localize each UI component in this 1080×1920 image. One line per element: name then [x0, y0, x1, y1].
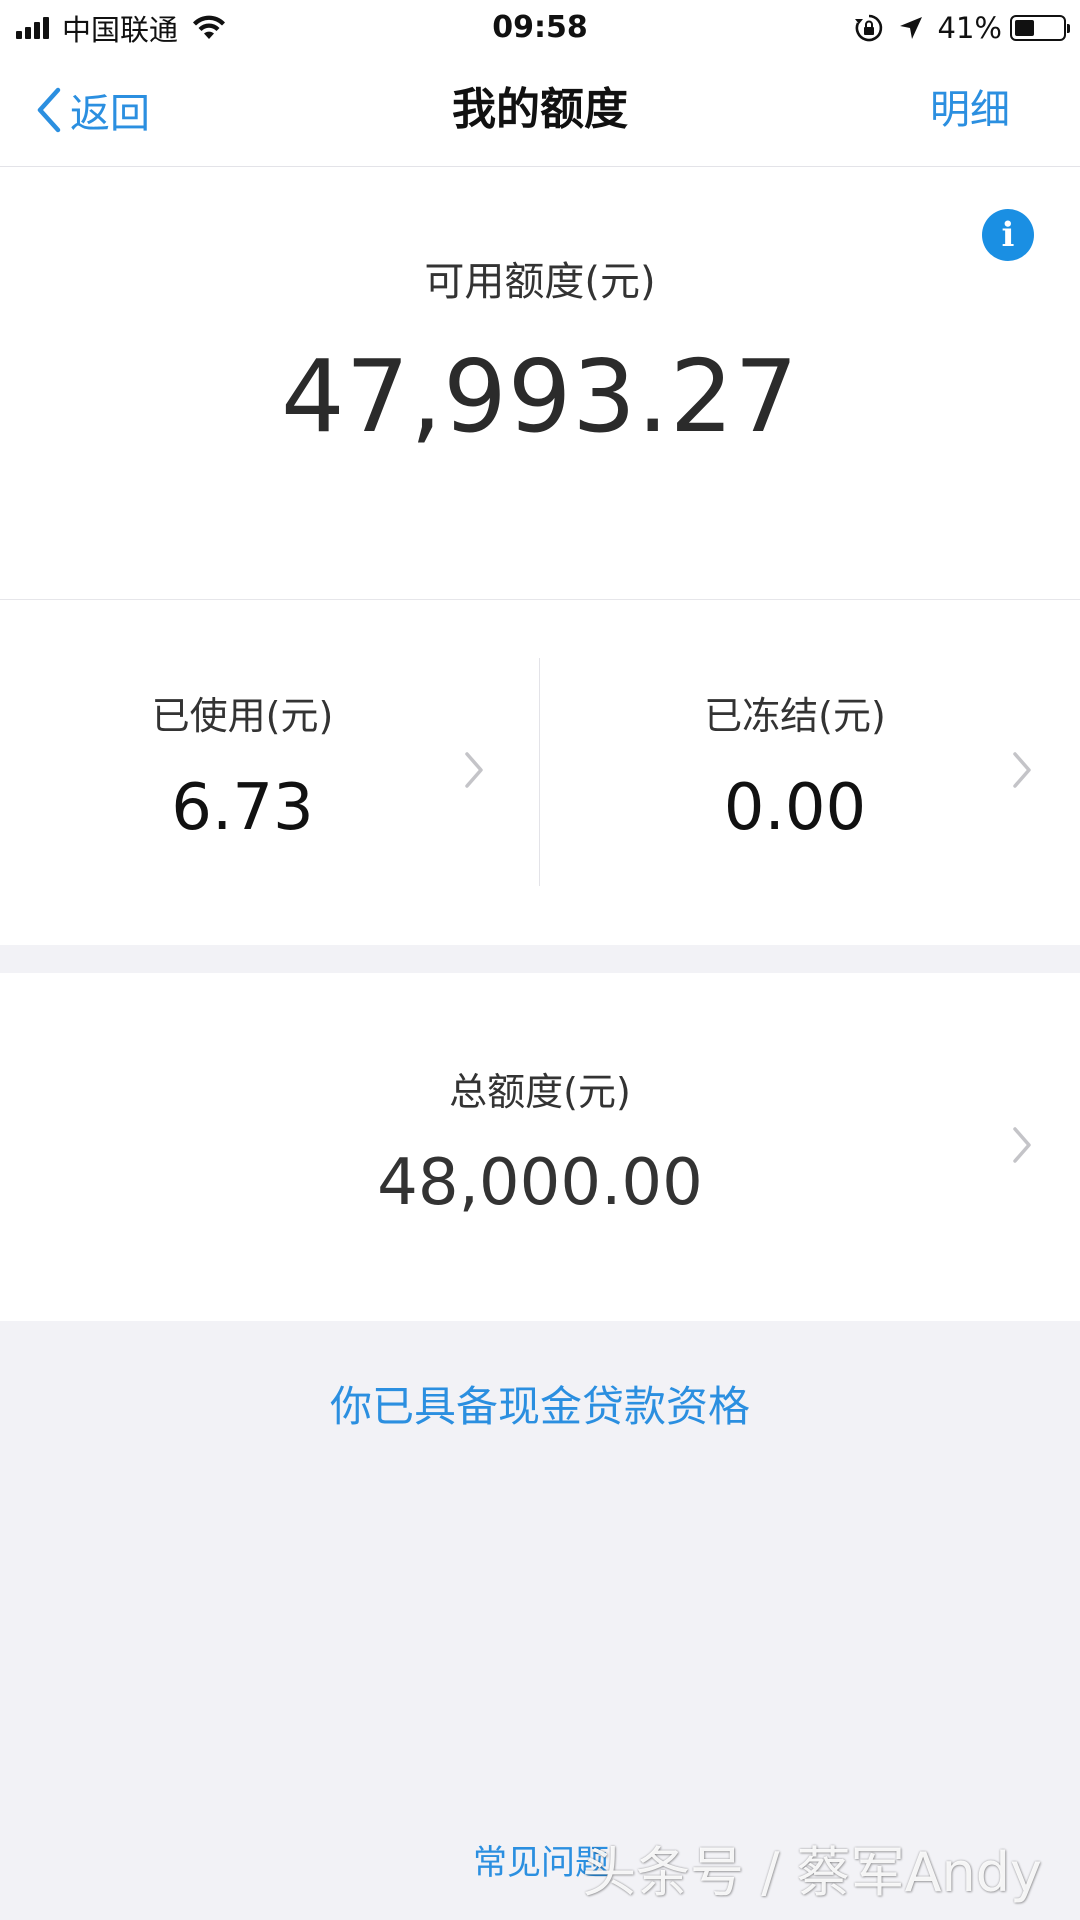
cash-loan-link[interactable]: 你已具备现金贷款资格	[0, 1373, 1080, 1434]
total-credit-value: 48,000.00	[377, 1146, 703, 1220]
available-credit-card: i 可用额度(元) 47,993.27	[0, 167, 1080, 600]
page-title: 我的额度	[452, 84, 628, 135]
used-credit-value: 6.73	[171, 771, 314, 845]
status-bar: 中国联通 09:58 41%	[0, 0, 1080, 54]
back-button[interactable]: 返回	[36, 82, 150, 138]
chevron-right-icon	[1013, 752, 1031, 788]
rotation-lock-icon	[854, 13, 884, 43]
back-label: 返回	[70, 91, 150, 137]
frozen-credit-label: 已冻结(元)	[704, 694, 886, 738]
nav-bar: 返回 我的额度 明细	[0, 54, 1080, 167]
battery-icon	[1010, 15, 1070, 41]
frozen-credit-item[interactable]: 已冻结(元) 0.00	[540, 600, 1080, 945]
battery-percent: 41%	[937, 11, 1002, 45]
available-credit-value: 47,993.27	[281, 338, 799, 455]
watermark: 头条号 / 蔡军Andy	[582, 1841, 1042, 1904]
chevron-right-icon	[1013, 1127, 1031, 1163]
usage-summary: 已使用(元) 6.73 已冻结(元) 0.00	[0, 600, 1080, 945]
location-icon	[898, 15, 924, 41]
status-bar-right: 41%	[854, 8, 1070, 48]
battery-fill	[1015, 20, 1034, 36]
chevron-left-icon	[37, 87, 61, 133]
total-credit-label: 总额度(元)	[449, 1070, 631, 1114]
total-credit-item[interactable]: 总额度(元) 48,000.00	[0, 973, 1080, 1321]
available-credit-label: 可用额度(元)	[424, 259, 656, 305]
frozen-credit-value: 0.00	[723, 771, 867, 845]
detail-button[interactable]: 明细	[930, 82, 1010, 138]
used-credit-item[interactable]: 已使用(元) 6.73	[0, 600, 540, 945]
chevron-right-icon	[465, 752, 483, 788]
used-credit-label: 已使用(元)	[151, 694, 334, 738]
